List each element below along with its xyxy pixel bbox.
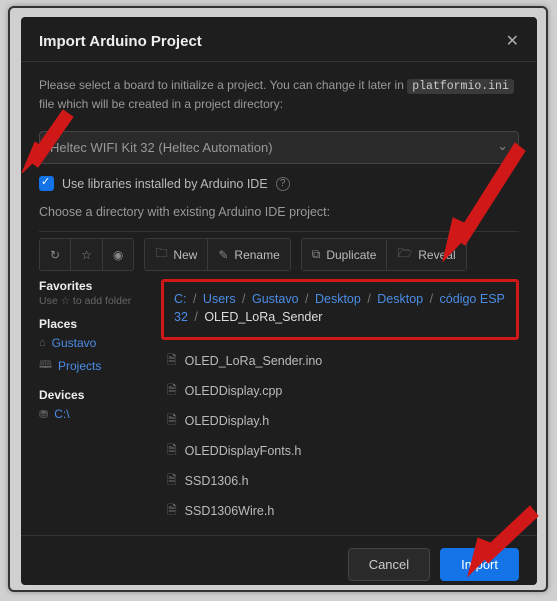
- file-icon: 🗎: [167, 411, 177, 432]
- rename-button[interactable]: ✎Rename: [208, 239, 289, 270]
- file-item[interactable]: 🗎 SSD1306Wire.h: [161, 498, 519, 525]
- file-icon: 🗎: [167, 501, 177, 522]
- breadcrumb-segment[interactable]: Desktop: [377, 292, 423, 306]
- file-item[interactable]: 🗎 SSD1306.h: [161, 468, 519, 495]
- file-icon: 🗎: [167, 351, 177, 372]
- file-name: OLEDDisplayFonts.h: [185, 444, 302, 458]
- breadcrumb-segment[interactable]: OLED_LoRa_Sender: [204, 310, 322, 324]
- favorites-hint: Use ☆ to add folder: [39, 295, 147, 307]
- refresh-icon: ↻: [50, 248, 60, 262]
- use-libs-checkbox[interactable]: [39, 176, 54, 191]
- book-icon: 🕮: [39, 356, 52, 375]
- sidebar: Favorites Use ☆ to add folder Places ⌂Gu…: [39, 279, 147, 524]
- breadcrumb-segment[interactable]: Gustavo: [252, 292, 299, 306]
- file-icon: 🗎: [167, 441, 177, 462]
- favorite-button[interactable]: ☆: [71, 239, 103, 270]
- board-select[interactable]: Heltec WIFI Kit 32 (Heltec Automation): [39, 131, 519, 164]
- cancel-button[interactable]: Cancel: [348, 548, 430, 581]
- file-item[interactable]: 🗎 OLEDDisplay.cpp: [161, 378, 519, 405]
- reveal-button[interactable]: 🗁Reveal: [387, 239, 465, 270]
- file-toolbar: ↻ ☆ ◉ 🗀New ✎Rename ⧉Duplicate 🗁Reveal: [39, 234, 519, 279]
- sidebar-item-projects[interactable]: 🕮Projects: [39, 353, 147, 378]
- favorites-heading: Favorites: [39, 279, 147, 293]
- breadcrumb-path[interactable]: C: / Users / Gustavo / Desktop / Desktop…: [161, 279, 519, 339]
- places-heading: Places: [39, 317, 147, 331]
- file-item[interactable]: 🗎 OLEDDisplayFonts.h: [161, 438, 519, 465]
- star-icon: ☆: [81, 248, 92, 262]
- file-item[interactable]: 🗎 OLEDDisplay.h: [161, 408, 519, 435]
- help-icon[interactable]: ?: [276, 177, 290, 191]
- file-name: OLEDDisplay.cpp: [185, 384, 283, 398]
- dialog-description: Please select a board to initialize a pr…: [39, 76, 519, 113]
- platformio-ini-chip: platformio.ini: [407, 79, 514, 94]
- eye-icon: ◉: [113, 248, 123, 262]
- file-name: SSD1306.h: [185, 474, 249, 488]
- file-name: OLED_LoRa_Sender.ino: [185, 354, 323, 368]
- dialog-title: Import Arduino Project: [39, 33, 202, 50]
- sidebar-item-c-drive[interactable]: ⛃C:\: [39, 404, 147, 424]
- sidebar-item-gustavo[interactable]: ⌂Gustavo: [39, 333, 147, 353]
- new-button[interactable]: 🗀New: [145, 239, 208, 270]
- close-icon[interactable]: ✕: [506, 31, 519, 51]
- file-list: 🗎 OLED_LoRa_Sender.ino 🗎 OLEDDisplay.cpp 🗎 OL…: [161, 348, 519, 525]
- file-item[interactable]: 🗎 OLED_LoRa_Sender.ino: [161, 348, 519, 375]
- home-icon: ⌂: [39, 337, 46, 349]
- breadcrumb-segment[interactable]: Desktop: [315, 292, 361, 306]
- duplicate-button[interactable]: ⧉Duplicate: [302, 239, 388, 270]
- import-project-dialog: Import Arduino Project ✕ Please select a…: [21, 17, 537, 585]
- file-name: SSD1306Wire.h: [185, 504, 275, 518]
- devices-heading: Devices: [39, 388, 147, 402]
- toggle-hidden-button[interactable]: ◉: [103, 239, 133, 270]
- drive-icon: ⛃: [39, 408, 48, 421]
- rename-icon: ✎: [218, 248, 228, 262]
- import-button[interactable]: Import: [440, 548, 519, 581]
- use-libs-label: Use libraries installed by Arduino IDE: [62, 177, 268, 191]
- reveal-icon: 🗁: [397, 244, 412, 265]
- breadcrumb-segment[interactable]: Users: [203, 292, 236, 306]
- file-icon: 🗎: [167, 381, 177, 402]
- file-name: OLEDDisplay.h: [185, 414, 270, 428]
- file-icon: 🗎: [167, 471, 177, 492]
- new-icon: 🗀: [155, 244, 167, 265]
- breadcrumb-segment[interactable]: C:: [174, 292, 187, 306]
- duplicate-icon: ⧉: [312, 247, 321, 262]
- choose-dir-label: Choose a directory with existing Arduino…: [39, 205, 519, 219]
- refresh-button[interactable]: ↻: [40, 239, 71, 270]
